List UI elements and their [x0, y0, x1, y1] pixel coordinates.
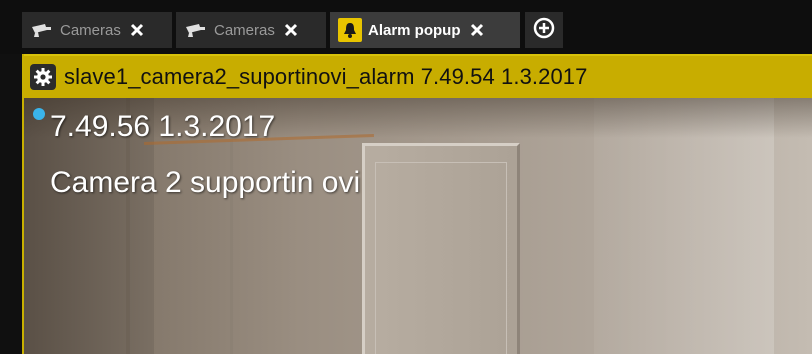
close-icon[interactable] — [469, 22, 485, 38]
security-camera-icon — [30, 20, 54, 40]
scene-edge — [230, 118, 233, 354]
bell-icon — [338, 18, 362, 42]
gear-icon[interactable] — [30, 64, 56, 90]
popup-title-bar: slave1_camera2_suportinovi_alarm 7.49.54… — [24, 54, 812, 98]
alarm-popup-panel: slave1_camera2_suportinovi_alarm 7.49.54… — [22, 54, 812, 354]
popup-title: slave1_camera2_suportinovi_alarm 7.49.54… — [64, 64, 588, 89]
status-dot — [33, 108, 45, 120]
tab-cameras-2[interactable]: Cameras — [176, 12, 326, 48]
add-tab-button[interactable] — [525, 12, 563, 48]
overlay-timestamp: 7.49.56 1.3.2017 — [50, 110, 276, 143]
camera-video-feed[interactable]: 7.49.56 1.3.2017 Camera 2 supportin ovi — [24, 98, 812, 354]
tab-alarm-popup[interactable]: Alarm popup — [330, 12, 520, 48]
tab-label: Cameras — [60, 21, 121, 39]
plus-circle-icon — [533, 17, 555, 44]
left-edge — [0, 54, 22, 354]
close-icon[interactable] — [129, 22, 145, 38]
tab-label: Alarm popup — [368, 21, 461, 39]
close-icon[interactable] — [283, 22, 299, 38]
scene-door — [362, 143, 520, 354]
scene-door-panel — [375, 162, 507, 354]
tab-label: Cameras — [214, 21, 275, 39]
tab-bar: Cameras Cameras Alarm popup — [0, 0, 812, 54]
security-camera-icon — [184, 20, 208, 40]
tab-cameras-1[interactable]: Cameras — [22, 12, 172, 48]
overlay-camera-name: Camera 2 supportin ovi — [50, 166, 361, 199]
